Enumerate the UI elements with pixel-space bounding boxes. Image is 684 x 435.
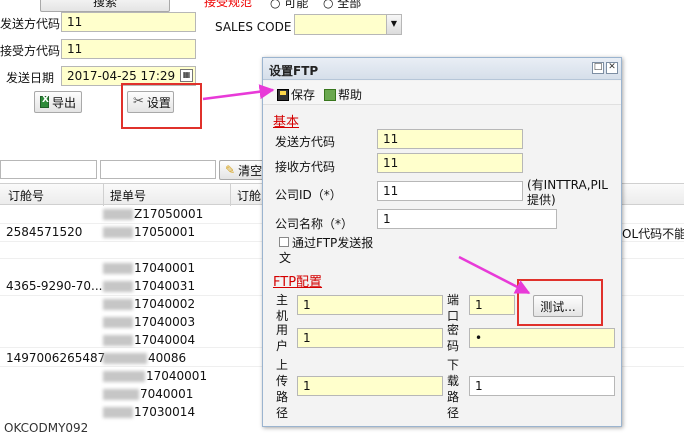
chevron-down-icon[interactable]: ▼: [386, 15, 401, 34]
download-path-input[interactable]: 1: [469, 376, 615, 396]
search-button-label: 搜索: [92, 0, 117, 9]
table-row[interactable]: Z17050001: [103, 207, 203, 221]
search-button[interactable]: 搜索: [40, 0, 170, 12]
radio-option-possible[interactable]: ○ 可能: [270, 0, 308, 11]
password-input[interactable]: •: [469, 328, 615, 348]
export-button-label: 导出: [51, 95, 76, 110]
company-id-hint: (有INTTRA,PIL提供): [527, 178, 608, 207]
excel-icon: [40, 95, 49, 108]
table-row[interactable]: 2584571520: [6, 225, 82, 239]
sender-code-input[interactable]: 11: [61, 12, 196, 32]
table-row-partial[interactable]: OKCODMY092: [4, 421, 88, 435]
sales-code-label: SALES CODE: [215, 20, 292, 34]
radio-option-all[interactable]: ○ 全部: [323, 0, 361, 11]
column-header-booking-2[interactable]: 订舱: [237, 187, 261, 204]
host-input[interactable]: 1: [297, 295, 443, 315]
receiver-code-input[interactable]: 11: [61, 39, 196, 59]
table-row[interactable]: 17040004: [103, 333, 195, 347]
upload-path-label: 上传路径: [275, 358, 288, 420]
save-icon: [277, 88, 289, 101]
save-label: 保存: [291, 88, 316, 102]
receiver-code-label: 接受方代码: [0, 44, 61, 58]
dialog-title: 设置FTP: [269, 64, 319, 78]
section-basic-heading: 基本: [273, 115, 300, 130]
dialog-receiver-label: 接收方代码: [275, 160, 336, 174]
calendar-icon[interactable]: ▦: [180, 69, 193, 82]
company-id-input[interactable]: 11: [377, 181, 523, 201]
export-button[interactable]: 导出: [34, 91, 82, 113]
port-label: 端口: [446, 293, 459, 323]
close-icon[interactable]: ✕: [606, 62, 618, 74]
table-row[interactable]: 1497006265487: [6, 351, 105, 365]
clear-button-label: 清空: [238, 163, 263, 178]
checkbox-icon[interactable]: [279, 237, 289, 247]
annotation-box-test: [517, 279, 603, 326]
send-date-value: 2017-04-25 17:29: [67, 69, 176, 83]
column-header-bl[interactable]: 提单号: [110, 187, 146, 204]
user-label: 用户: [275, 323, 288, 353]
dialog-titlebar[interactable]: 设置FTP □ ✕: [263, 58, 621, 80]
send-date-label: 发送日期: [6, 71, 55, 85]
table-row[interactable]: 17040001: [103, 369, 207, 383]
table-row[interactable]: 17040001: [103, 261, 195, 275]
company-id-label: 公司ID（*）: [275, 188, 342, 202]
section-ftp-heading: FTP配置: [273, 275, 323, 290]
help-button[interactable]: 帮助: [324, 86, 362, 103]
dialog-receiver-input[interactable]: 11: [377, 153, 523, 173]
table-row[interactable]: 17040002: [103, 297, 195, 311]
table-row[interactable]: 17030014: [103, 405, 195, 419]
table-row[interactable]: 17040031: [103, 279, 195, 293]
sender-code-label: 发送方代码: [0, 17, 61, 31]
broom-icon: ✎: [225, 163, 236, 177]
column-header-booking[interactable]: 订舱号: [8, 187, 44, 204]
host-label: 主机: [275, 293, 288, 323]
ftp-send-label: 通过FTP发送报文: [279, 236, 374, 265]
download-path-label: 下载路径: [446, 358, 459, 420]
ftp-send-checkbox[interactable]: 通过FTP发送报文: [279, 236, 379, 266]
ftp-settings-dialog: 设置FTP □ ✕ 保存 帮助 基本 发送方代码 11 接收方代码 11 公司I…: [262, 57, 622, 427]
company-name-input[interactable]: 1: [377, 209, 557, 229]
user-input[interactable]: 1: [297, 328, 443, 348]
filter-input-bl[interactable]: [100, 160, 216, 179]
rule-link[interactable]: 接受规范: [204, 0, 252, 10]
table-row[interactable]: 17050001: [103, 225, 195, 239]
sales-code-select[interactable]: ▼: [294, 14, 402, 35]
upload-path-input[interactable]: 1: [297, 376, 443, 396]
table-row[interactable]: 7040001: [103, 387, 193, 401]
table-row[interactable]: 4365-9290-70...: [6, 279, 102, 293]
filter-input-booking[interactable]: [0, 160, 97, 179]
table-row[interactable]: 40086: [103, 351, 186, 365]
maximize-icon[interactable]: □: [592, 62, 604, 74]
save-button[interactable]: 保存: [277, 86, 315, 103]
help-label: 帮助: [338, 88, 363, 102]
port-input[interactable]: 1: [469, 295, 515, 315]
table-row[interactable]: 17040003: [103, 315, 195, 329]
help-icon: [324, 88, 336, 101]
dialog-toolbar: 保存 帮助: [263, 81, 621, 105]
dialog-sender-label: 发送方代码: [275, 135, 336, 149]
annotation-box-settings: [121, 83, 202, 129]
dialog-sender-input[interactable]: 11: [377, 129, 523, 149]
password-label: 密码: [446, 323, 459, 353]
company-name-label: 公司名称（*）: [275, 217, 354, 231]
status-text-overflow: OL代码不能: [622, 227, 684, 241]
